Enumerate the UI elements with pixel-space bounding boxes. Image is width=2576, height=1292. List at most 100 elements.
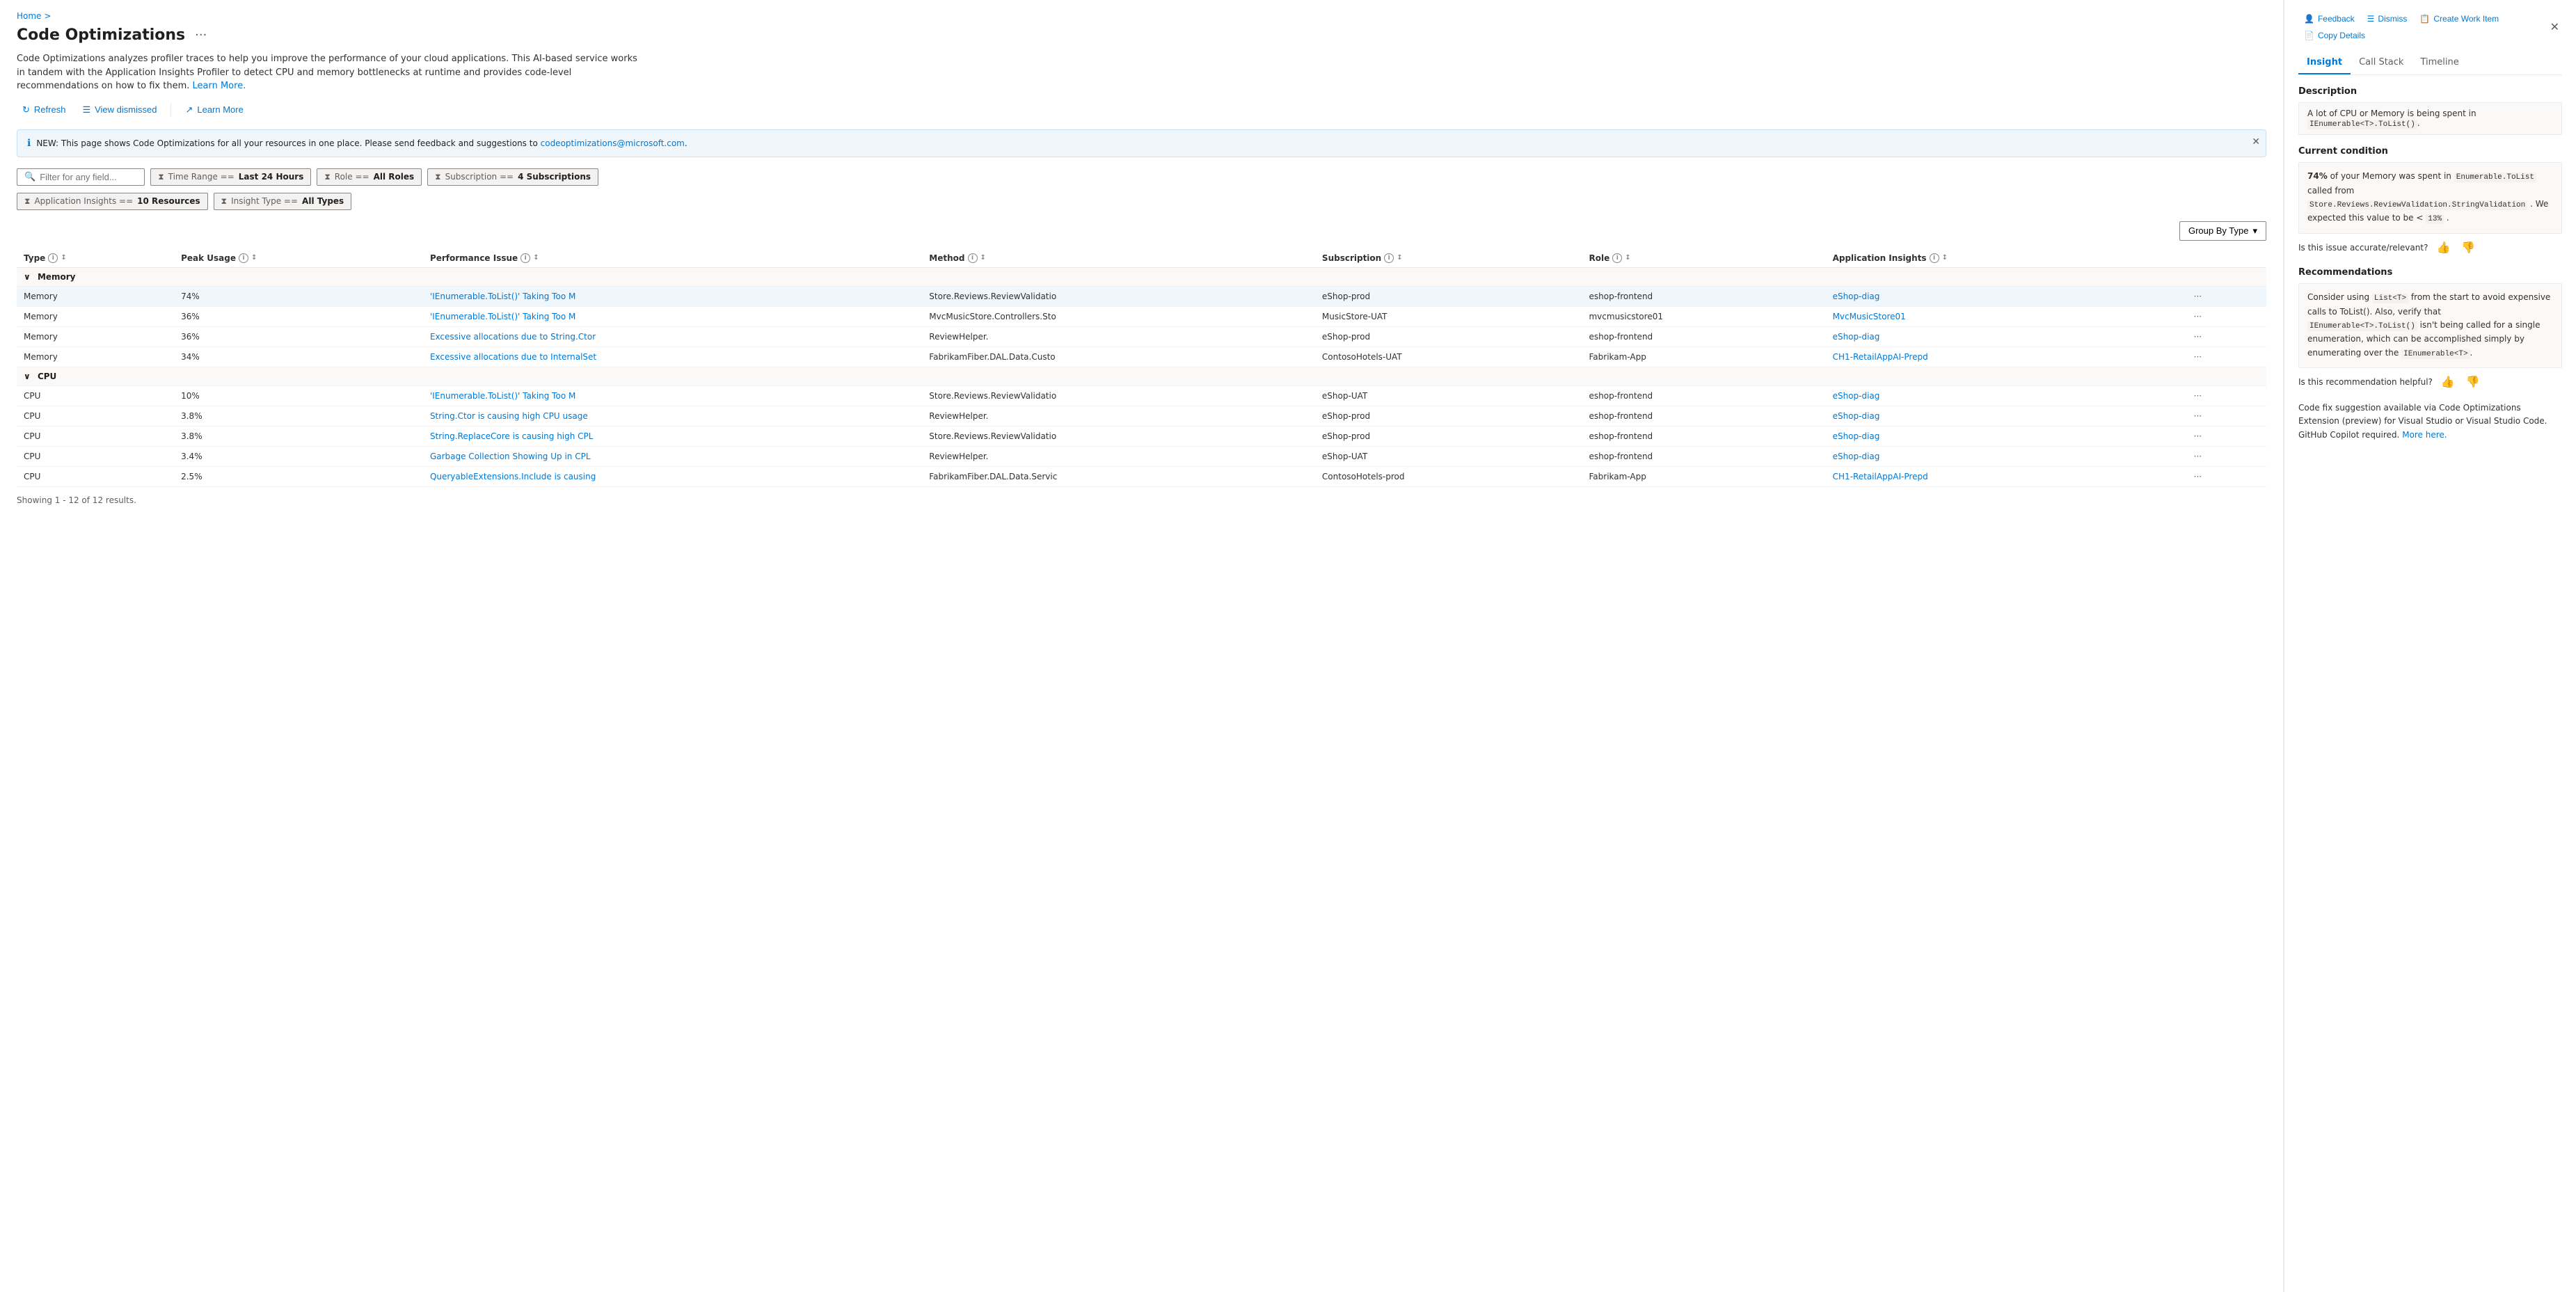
tab-call-stack[interactable]: Call Stack: [2351, 51, 2412, 74]
col-ai-sort[interactable]: ↕: [1942, 254, 1948, 262]
col-peak-usage[interactable]: Peak Usage i ↕: [174, 249, 423, 268]
copy-details-button[interactable]: 📄 Copy Details: [2298, 28, 2371, 43]
app-insights-link[interactable]: eShop-diag: [1833, 391, 1880, 401]
cell-actions[interactable]: ···: [2183, 306, 2266, 326]
table-row[interactable]: CPU 3.8% String.ReplaceCore is causing h…: [17, 426, 2266, 446]
app-insights-link[interactable]: eShop-diag: [1833, 452, 1880, 461]
group-expand-icon[interactable]: ∨: [24, 272, 31, 282]
cell-issue[interactable]: Excessive allocations due to InternalSet: [423, 346, 922, 367]
thumbs-down-rec-button[interactable]: 👎: [2463, 374, 2483, 390]
cell-issue[interactable]: QueryableExtensions.Include is causing: [423, 466, 922, 486]
app-insights-filter[interactable]: ⧗ Application Insights == 10 Resources: [17, 193, 208, 210]
issue-link[interactable]: QueryableExtensions.Include is causing: [430, 472, 596, 481]
cell-app-insights[interactable]: eShop-diag: [1826, 406, 2183, 426]
feedback-button[interactable]: 👤 Feedback: [2298, 11, 2360, 26]
col-performance-issue[interactable]: Performance Issue i ↕: [423, 249, 922, 268]
issue-link[interactable]: String.Ctor is causing high CPU usage: [430, 411, 588, 421]
create-work-item-button[interactable]: 📋 Create Work Item: [2414, 11, 2504, 26]
cell-issue[interactable]: String.ReplaceCore is causing high CPL: [423, 426, 922, 446]
col-type[interactable]: Type i ↕: [17, 249, 174, 268]
table-row[interactable]: CPU 2.5% QueryableExtensions.Include is …: [17, 466, 2266, 486]
cell-app-insights[interactable]: eShop-diag: [1826, 326, 2183, 346]
cell-actions[interactable]: ···: [2183, 385, 2266, 406]
cell-app-insights[interactable]: eShop-diag: [1826, 426, 2183, 446]
cell-actions[interactable]: ···: [2183, 326, 2266, 346]
table-row[interactable]: Memory 36% Excessive allocations due to …: [17, 326, 2266, 346]
cell-app-insights[interactable]: CH1-RetailAppAI-Prepd: [1826, 466, 2183, 486]
info-banner-email-link[interactable]: codeoptimizations@microsoft.com: [541, 138, 685, 148]
cell-app-insights[interactable]: eShop-diag: [1826, 385, 2183, 406]
thumbs-up-accuracy-button[interactable]: 👍: [2433, 239, 2453, 256]
panel-close-button[interactable]: ✕: [2547, 17, 2562, 37]
row-more-icon[interactable]: ···: [2190, 290, 2206, 303]
row-more-icon[interactable]: ···: [2190, 470, 2206, 483]
col-type-sort[interactable]: ↕: [61, 254, 66, 262]
col-role-sort[interactable]: ↕: [1625, 254, 1630, 262]
row-more-icon[interactable]: ···: [2190, 310, 2206, 323]
cell-actions[interactable]: ···: [2183, 466, 2266, 486]
col-perf-sort[interactable]: ↕: [533, 254, 539, 262]
subscription-filter[interactable]: ⧗ Subscription == 4 Subscriptions: [427, 168, 598, 186]
col-type-info[interactable]: i: [48, 253, 58, 263]
filter-text-input[interactable]: [40, 172, 137, 182]
more-here-link[interactable]: More here.: [2402, 430, 2447, 440]
row-more-icon[interactable]: ···: [2190, 450, 2206, 463]
issue-link[interactable]: String.ReplaceCore is causing high CPL: [430, 431, 594, 441]
filter-input[interactable]: 🔍: [17, 168, 145, 186]
table-row[interactable]: Memory 34% Excessive allocations due to …: [17, 346, 2266, 367]
table-row[interactable]: Memory 74% 'IEnumerable.ToList()' Taking…: [17, 286, 2266, 306]
cell-app-insights[interactable]: CH1-RetailAppAI-Prepd: [1826, 346, 2183, 367]
thumbs-up-rec-button[interactable]: 👍: [2438, 374, 2458, 390]
group-expand-icon[interactable]: ∨: [24, 372, 31, 381]
cell-actions[interactable]: ···: [2183, 406, 2266, 426]
row-more-icon[interactable]: ···: [2190, 351, 2206, 363]
col-sub-sort[interactable]: ↕: [1397, 254, 1402, 262]
view-dismissed-button[interactable]: ☰ View dismissed: [77, 102, 162, 118]
cell-issue[interactable]: Excessive allocations due to String.Ctor: [423, 326, 922, 346]
tab-insight[interactable]: Insight: [2298, 51, 2351, 74]
table-row[interactable]: CPU 10% 'IEnumerable.ToList()' Taking To…: [17, 385, 2266, 406]
app-insights-link[interactable]: CH1-RetailAppAI-Prepd: [1833, 472, 1928, 481]
app-insights-link[interactable]: eShop-diag: [1833, 411, 1880, 421]
learn-more-button[interactable]: ↗ Learn More: [180, 102, 248, 118]
issue-link[interactable]: 'IEnumerable.ToList()' Taking Too M: [430, 391, 575, 401]
cell-issue[interactable]: 'IEnumerable.ToList()' Taking Too M: [423, 286, 922, 306]
time-range-filter[interactable]: ⧗ Time Range == Last 24 Hours: [150, 168, 311, 186]
table-row[interactable]: CPU 3.8% String.Ctor is causing high CPU…: [17, 406, 2266, 426]
thumbs-down-accuracy-button[interactable]: 👎: [2458, 239, 2478, 256]
issue-link[interactable]: 'IEnumerable.ToList()' Taking Too M: [430, 312, 575, 321]
cell-actions[interactable]: ···: [2183, 426, 2266, 446]
app-insights-link[interactable]: MvcMusicStore01: [1833, 312, 1906, 321]
row-more-icon[interactable]: ···: [2190, 390, 2206, 402]
cell-app-insights[interactable]: eShop-diag: [1826, 286, 2183, 306]
app-insights-link[interactable]: eShop-diag: [1833, 431, 1880, 441]
info-banner-close-button[interactable]: ✕: [2252, 136, 2260, 147]
more-options-icon[interactable]: ···: [191, 26, 211, 44]
col-sub-info[interactable]: i: [1384, 253, 1394, 263]
group-by-button[interactable]: Group By Type ▾: [2179, 221, 2266, 241]
insight-type-filter[interactable]: ⧗ Insight Type == All Types: [214, 193, 352, 210]
cell-app-insights[interactable]: eShop-diag: [1826, 446, 2183, 466]
cell-issue[interactable]: 'IEnumerable.ToList()' Taking Too M: [423, 306, 922, 326]
issue-link[interactable]: Excessive allocations due to String.Ctor: [430, 332, 596, 342]
col-role[interactable]: Role i ↕: [1582, 249, 1825, 268]
col-app-insights[interactable]: Application Insights i ↕: [1826, 249, 2183, 268]
cell-issue[interactable]: Garbage Collection Showing Up in CPL: [423, 446, 922, 466]
cell-issue[interactable]: 'IEnumerable.ToList()' Taking Too M: [423, 385, 922, 406]
breadcrumb-home[interactable]: Home: [17, 11, 41, 21]
issue-link[interactable]: Garbage Collection Showing Up in CPL: [430, 452, 591, 461]
cell-actions[interactable]: ···: [2183, 446, 2266, 466]
row-more-icon[interactable]: ···: [2190, 410, 2206, 422]
col-peak-sort[interactable]: ↕: [251, 254, 257, 262]
dismiss-button[interactable]: ☰ Dismiss: [2362, 11, 2413, 26]
issue-link[interactable]: Excessive allocations due to InternalSet: [430, 352, 596, 362]
col-perf-info[interactable]: i: [520, 253, 530, 263]
col-method-info[interactable]: i: [968, 253, 978, 263]
col-ai-info[interactable]: i: [1930, 253, 1939, 263]
app-insights-link[interactable]: eShop-diag: [1833, 292, 1880, 301]
app-insights-link[interactable]: eShop-diag: [1833, 332, 1880, 342]
cell-issue[interactable]: String.Ctor is causing high CPU usage: [423, 406, 922, 426]
app-insights-link[interactable]: CH1-RetailAppAI-Prepd: [1833, 352, 1928, 362]
cell-actions[interactable]: ···: [2183, 346, 2266, 367]
issue-link[interactable]: 'IEnumerable.ToList()' Taking Too M: [430, 292, 575, 301]
